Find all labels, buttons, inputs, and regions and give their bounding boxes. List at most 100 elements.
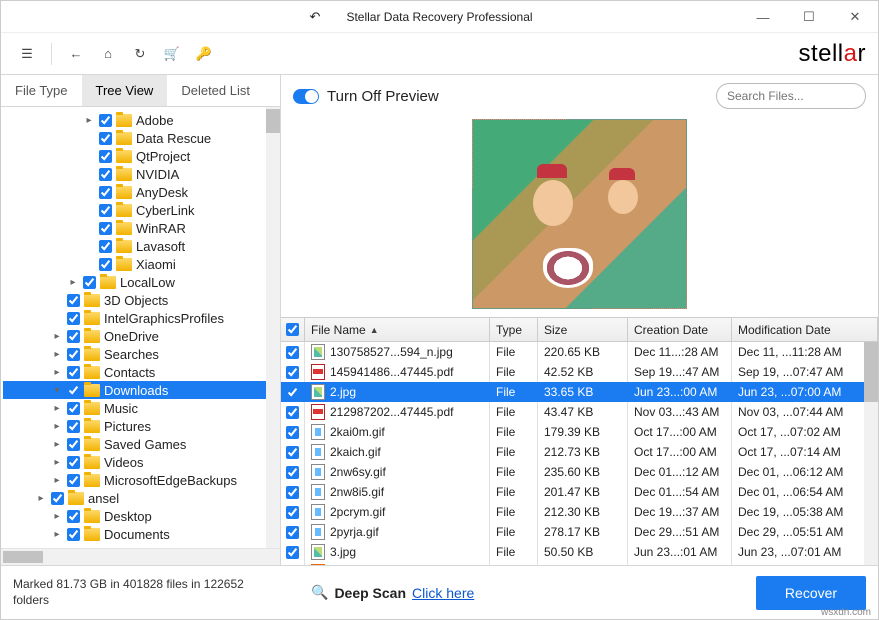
back-button[interactable]: ← (62, 40, 90, 68)
expand-icon[interactable]: ▸ (51, 403, 63, 414)
grid-scrollbar[interactable] (864, 342, 878, 565)
cart-button[interactable]: 🛒 (158, 40, 186, 68)
expand-icon[interactable]: ▸ (51, 511, 63, 522)
file-row[interactable]: 2kai0m.gifFile179.39 KBOct 17...:00 AMOc… (281, 422, 878, 442)
close-button[interactable]: ✕ (832, 1, 878, 33)
tree-checkbox[interactable] (99, 186, 112, 199)
tree-item[interactable]: ▸Pictures (3, 417, 280, 435)
file-row[interactable]: 130758527...594_n.jpgFile220.65 KBDec 11… (281, 342, 878, 362)
tree-item[interactable]: WinRAR (3, 219, 280, 237)
row-checkbox[interactable] (286, 546, 299, 559)
row-checkbox[interactable] (286, 466, 299, 479)
tree-item[interactable]: CyberLink (3, 201, 280, 219)
tree-item[interactable]: ▸OneDrive (3, 327, 280, 345)
folder-tree[interactable]: ▸AdobeData RescueQtProjectNVIDIAAnyDeskC… (1, 107, 280, 548)
deep-scan-link[interactable]: Click here (412, 585, 474, 601)
tree-item[interactable]: NVIDIA (3, 165, 280, 183)
expand-icon[interactable]: ▸ (51, 457, 63, 468)
tree-item[interactable]: ▸MicrosoftEdgeBackups (3, 471, 280, 489)
search-input[interactable] (727, 89, 879, 103)
row-checkbox[interactable] (286, 346, 299, 359)
tree-checkbox[interactable] (67, 294, 80, 307)
tree-checkbox[interactable] (67, 366, 80, 379)
tree-checkbox[interactable] (67, 474, 80, 487)
tree-checkbox[interactable] (67, 420, 80, 433)
tree-hscrollbar[interactable] (1, 548, 280, 565)
expand-icon[interactable]: ▸ (51, 475, 63, 486)
expand-icon[interactable]: ▸ (35, 493, 47, 504)
row-checkbox[interactable] (286, 526, 299, 539)
tree-item[interactable]: ▸Videos (3, 453, 280, 471)
tree-checkbox[interactable] (99, 204, 112, 217)
expand-icon[interactable]: ▸ (83, 115, 95, 126)
tree-scroll-thumb[interactable] (266, 109, 280, 133)
expand-icon[interactable]: ▸ (51, 439, 63, 450)
tree-checkbox[interactable] (99, 222, 112, 235)
file-row[interactable]: 2nw6sy.gifFile235.60 KBDec 01...:12 AMDe… (281, 462, 878, 482)
tree-item[interactable]: ▸Documents (3, 525, 280, 543)
tree-checkbox[interactable] (67, 438, 80, 451)
tree-checkbox[interactable] (99, 168, 112, 181)
tree-item[interactable]: ▸ansel (3, 489, 280, 507)
tree-checkbox[interactable] (67, 528, 80, 541)
tree-item[interactable]: ▸LocalLow (3, 273, 280, 291)
expand-icon[interactable]: ▾ (51, 385, 63, 396)
row-checkbox[interactable] (286, 506, 299, 519)
tree-item[interactable]: Data Rescue (3, 129, 280, 147)
tree-item[interactable]: Lavasoft (3, 237, 280, 255)
row-checkbox[interactable] (286, 486, 299, 499)
file-row[interactable]: 2pyrja.gifFile278.17 KBDec 29...:51 AMDe… (281, 522, 878, 542)
file-row[interactable]: 2kaich.gifFile212.73 KBOct 17...:00 AMOc… (281, 442, 878, 462)
expand-icon[interactable]: ▸ (67, 277, 79, 288)
refresh-button[interactable]: ↻ (126, 40, 154, 68)
tree-checkbox[interactable] (67, 510, 80, 523)
header-size[interactable]: Size (538, 318, 628, 341)
header-type[interactable]: Type (490, 318, 538, 341)
file-row[interactable]: 30s.mp4File12.12 MBDec 13...:59 AMDec 14… (281, 562, 878, 565)
tree-checkbox[interactable] (67, 348, 80, 361)
grid-scroll-thumb[interactable] (864, 342, 878, 402)
tree-checkbox[interactable] (99, 150, 112, 163)
file-row[interactable]: 2pcrym.gifFile212.30 KBDec 19...:37 AMDe… (281, 502, 878, 522)
tree-item[interactable]: ▸Music (3, 399, 280, 417)
tree-item[interactable]: AnyDesk (3, 183, 280, 201)
header-modification-date[interactable]: Modification Date (732, 318, 878, 341)
tree-scrollbar[interactable] (266, 107, 280, 548)
expand-icon[interactable]: ▸ (51, 421, 63, 432)
tree-checkbox[interactable] (67, 330, 80, 343)
tree-checkbox[interactable] (99, 258, 112, 271)
row-checkbox[interactable] (286, 386, 299, 399)
tab-file-type[interactable]: File Type (1, 75, 82, 106)
file-row[interactable]: 2.jpgFile33.65 KBJun 23...:00 AMJun 23, … (281, 382, 878, 402)
tree-item[interactable]: ▸Saved Games (3, 435, 280, 453)
home-button[interactable]: ⌂ (94, 40, 122, 68)
expand-icon[interactable]: ▸ (51, 529, 63, 540)
file-row[interactable]: 3.jpgFile50.50 KBJun 23...:01 AMJun 23, … (281, 542, 878, 562)
tree-hscroll-thumb[interactable] (3, 551, 43, 563)
tree-checkbox[interactable] (67, 384, 80, 397)
tree-checkbox[interactable] (99, 240, 112, 253)
expand-icon[interactable]: ▸ (51, 349, 63, 360)
recover-button[interactable]: Recover (756, 576, 866, 610)
tree-item[interactable]: IntelGraphicsProfiles (3, 309, 280, 327)
tree-item[interactable]: ▸Adobe (3, 111, 280, 129)
row-checkbox[interactable] (286, 366, 299, 379)
tree-item[interactable]: ▸Contacts (3, 363, 280, 381)
tree-checkbox[interactable] (99, 132, 112, 145)
preview-toggle[interactable] (293, 89, 319, 104)
tree-checkbox[interactable] (67, 456, 80, 469)
file-row[interactable]: 2nw8i5.gifFile201.47 KBDec 01...:54 AMDe… (281, 482, 878, 502)
tab-tree-view[interactable]: Tree View (82, 75, 168, 106)
tree-item[interactable]: QtProject (3, 147, 280, 165)
tab-deleted-list[interactable]: Deleted List (167, 75, 264, 106)
minimize-button[interactable]: — (740, 1, 786, 33)
menu-button[interactable]: ☰ (13, 40, 41, 68)
tree-checkbox[interactable] (83, 276, 96, 289)
tree-item[interactable]: ▸Searches (3, 345, 280, 363)
header-creation-date[interactable]: Creation Date (628, 318, 732, 341)
expand-icon[interactable]: ▸ (51, 367, 63, 378)
tree-checkbox[interactable] (67, 312, 80, 325)
search-box[interactable]: 🔍 (716, 83, 866, 109)
key-button[interactable]: 🔑 (190, 40, 218, 68)
tree-item[interactable]: ▾Downloads (3, 381, 280, 399)
